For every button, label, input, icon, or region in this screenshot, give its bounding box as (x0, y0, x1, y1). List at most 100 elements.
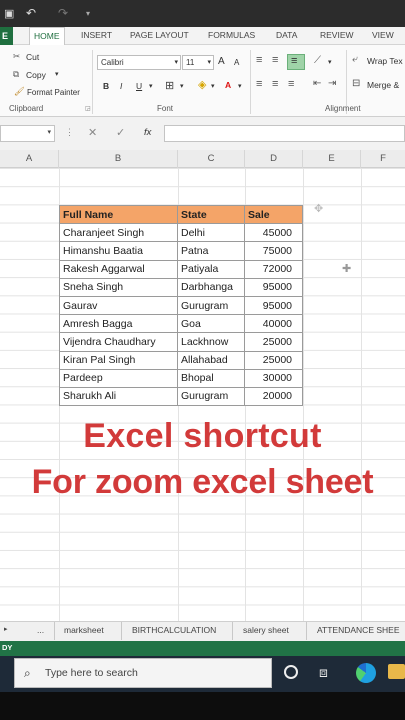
borders-dropdown-icon[interactable]: ▾ (180, 82, 184, 90)
cell-state[interactable]: Delhi (177, 223, 245, 243)
cell-full-name[interactable]: Sneha Singh (59, 277, 178, 297)
cell-sale[interactable]: 95000 (244, 295, 303, 316)
cell-full-name[interactable]: Rakesh Aggarwal (59, 259, 178, 279)
tab-page-layout[interactable]: PAGE LAYOUT (130, 30, 189, 40)
font-color-dropdown-icon[interactable]: ▾ (238, 82, 242, 90)
sheet-tab-salery-sheet[interactable]: salery sheet (243, 625, 289, 635)
cell-state[interactable]: Goa (177, 314, 245, 334)
fill-color-dropdown-icon[interactable]: ▾ (211, 82, 215, 90)
enter-formula-button[interactable]: ✓ (116, 126, 125, 139)
task-view-icon[interactable]: ⧈ (319, 664, 328, 681)
underline-dropdown-icon[interactable]: ▾ (149, 82, 153, 90)
tab-formulas[interactable]: FORMULAS (208, 30, 255, 40)
tab-view[interactable]: VIEW (372, 30, 394, 40)
column-header-d[interactable]: D (245, 150, 303, 168)
tab-home[interactable]: HOME (29, 27, 65, 46)
font-size-select[interactable]: 11 ▾ (182, 55, 214, 70)
cortana-icon[interactable] (284, 665, 298, 679)
cell-full-name[interactable]: Himanshu Baatia (59, 241, 178, 261)
cell-full-name[interactable]: Kiran Pal Singh (59, 350, 178, 370)
tab-file[interactable]: E (0, 27, 13, 45)
cell-sale[interactable]: 25000 (244, 350, 303, 370)
cell-state[interactable]: Gurugram (177, 295, 245, 316)
cell-state[interactable]: Darbhanga (177, 277, 245, 297)
edge-browser-icon[interactable] (356, 663, 376, 683)
italic-button[interactable]: I (120, 81, 122, 91)
sheet-tab-marksheet[interactable]: marksheet (64, 625, 104, 635)
format-painter-button[interactable]: Format Painter (27, 88, 80, 97)
sheet-nav-more[interactable]: ... (37, 625, 44, 635)
cell-sale[interactable]: 25000 (244, 332, 303, 352)
cell-full-name[interactable]: Charanjeet Singh (59, 223, 178, 243)
header-cell-sale[interactable]: Sale (244, 204, 303, 225)
cell-state[interactable]: Lackhnow (177, 332, 245, 352)
save-icon[interactable]: ▣ (4, 7, 14, 20)
align-top-icon[interactable]: ≡ (256, 54, 262, 66)
grow-font-button[interactable]: A (218, 56, 225, 67)
cell-full-name[interactable]: Vijendra Chaudhary (59, 332, 178, 352)
orientation-dropdown-icon[interactable]: ▾ (328, 58, 332, 66)
sheet-tab-birthcalculation[interactable]: BIRTHCALCULATION (132, 625, 216, 635)
tab-data[interactable]: DATA (276, 30, 297, 40)
align-left-icon[interactable]: ≡ (256, 78, 262, 90)
cell-state[interactable]: Gurugram (177, 386, 245, 407)
shrink-font-button[interactable]: A (234, 58, 239, 67)
tab-review[interactable]: REVIEW (320, 30, 354, 40)
align-middle-icon[interactable]: ≡ (272, 54, 278, 66)
tab-insert[interactable]: INSERT (81, 30, 112, 40)
merge-icon[interactable]: ⊟ (352, 78, 360, 89)
header-cell-full-name[interactable]: Full Name (59, 204, 178, 225)
cell-full-name[interactable]: Sharukh Ali (59, 386, 178, 407)
cell-full-name[interactable]: Pardeep (59, 368, 178, 388)
insert-function-button[interactable]: fx (144, 127, 151, 138)
cell-full-name[interactable]: Gaurav (59, 295, 178, 316)
sheet-scroll-left-icon[interactable]: ▸ (4, 625, 8, 633)
copy-dropdown-icon[interactable]: ▾ (55, 70, 59, 78)
column-header-b[interactable]: B (59, 150, 178, 168)
clipboard-launcher-icon[interactable]: ◲ (85, 105, 91, 112)
decrease-indent-icon[interactable]: ⇤ (313, 78, 321, 89)
underline-button[interactable]: U (136, 81, 142, 91)
cell-sale[interactable]: 40000 (244, 314, 303, 334)
cell-sale[interactable]: 20000 (244, 386, 303, 407)
wrap-text-button[interactable]: Wrap Tex (367, 56, 403, 66)
font-name-select[interactable]: Calibri ▾ (97, 55, 181, 70)
column-header-e[interactable]: E (303, 150, 361, 168)
redo-icon[interactable]: ↷ (58, 6, 68, 20)
fill-color-icon[interactable]: ◈ (198, 78, 206, 91)
cell-sale[interactable]: 72000 (244, 259, 303, 279)
align-bottom-button[interactable]: ≡ (287, 54, 305, 70)
cell-sale[interactable]: 75000 (244, 241, 303, 261)
column-header-a[interactable]: A (0, 150, 59, 168)
formula-input[interactable] (164, 125, 405, 142)
sheet-tab-attendance[interactable]: ATTENDANCE SHEE (317, 625, 400, 635)
format-painter-icon[interactable]: 🖌 (14, 86, 25, 97)
column-header-f[interactable]: F (361, 150, 405, 168)
copy-icon[interactable]: ⧉ (13, 69, 19, 80)
cell-full-name[interactable]: Amresh Bagga (59, 314, 178, 334)
merge-button[interactable]: Merge & (367, 80, 399, 90)
name-box[interactable]: ▾ (0, 125, 55, 142)
taskbar-search-input[interactable]: ⌕ Type here to search (14, 658, 272, 688)
align-right-icon[interactable]: ≡ (288, 78, 294, 90)
file-explorer-icon[interactable] (388, 664, 405, 679)
copy-button[interactable]: Copy (26, 70, 46, 80)
quick-access-dropdown-icon[interactable]: ▾ (86, 9, 90, 18)
orientation-icon[interactable]: ⟋ (314, 55, 321, 66)
borders-icon[interactable]: ⊞ (165, 79, 174, 92)
bold-button[interactable]: B (103, 81, 109, 91)
cell-state[interactable]: Bhopal (177, 368, 245, 388)
header-cell-state[interactable]: State (177, 204, 245, 225)
cut-icon[interactable]: ✂ (13, 51, 20, 62)
cut-button[interactable]: Cut (26, 52, 39, 62)
increase-indent-icon[interactable]: ⇥ (328, 78, 336, 89)
cancel-formula-button[interactable]: ✕ (88, 126, 97, 139)
undo-icon[interactable]: ↶ (26, 6, 36, 20)
align-center-icon[interactable]: ≡ (272, 78, 278, 90)
cell-state[interactable]: Allahabad (177, 350, 245, 370)
cell-state[interactable]: Patiyala (177, 259, 245, 279)
font-color-icon[interactable]: A (225, 80, 231, 90)
cell-sale[interactable]: 45000 (244, 223, 303, 243)
cell-sale[interactable]: 95000 (244, 277, 303, 297)
cell-state[interactable]: Patna (177, 241, 245, 261)
